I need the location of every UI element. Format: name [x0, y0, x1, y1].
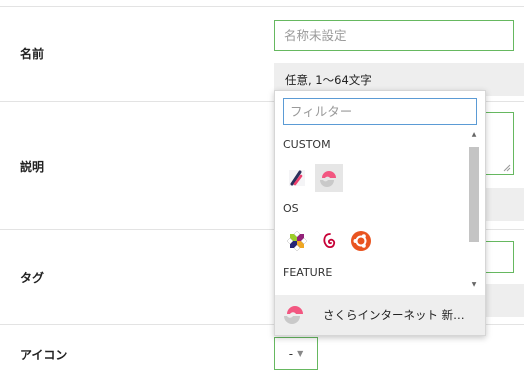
name-input[interactable] [274, 20, 514, 51]
debian-logo-icon[interactable] [315, 227, 343, 255]
group-label-custom: CUSTOM [283, 138, 331, 151]
ubuntu-logo-icon[interactable] [347, 227, 375, 255]
selected-option[interactable]: さくらインターネット 新… [275, 295, 485, 335]
custom-pen-icon[interactable] [283, 164, 311, 192]
chevron-down-icon: ▼ [297, 349, 304, 358]
name-label: 名前 [20, 47, 45, 61]
icon-select[interactable]: - ▼ [274, 337, 318, 370]
sakura-internet-logo-icon [284, 306, 303, 324]
scroll-down-icon[interactable]: ▼ [468, 281, 480, 289]
tags-label: タグ [20, 271, 45, 285]
row-divider [0, 6, 524, 7]
resize-handle-icon[interactable] [503, 164, 511, 172]
group-label-feature: FEATURE [283, 266, 333, 279]
scroll-thumb[interactable] [469, 147, 479, 242]
icon-select-value: - [288, 346, 294, 361]
icon-dropdown: CUSTOM OS [274, 90, 486, 336]
dropdown-scrollbar[interactable]: ▲ ▼ [468, 131, 480, 290]
centos-logo-icon[interactable] [283, 227, 311, 255]
description-label: 説明 [20, 160, 45, 174]
filter-input[interactable] [283, 98, 477, 125]
group-label-os: OS [283, 202, 299, 215]
icon-label: アイコン [20, 348, 68, 362]
selected-option-label: さくらインターネット 新… [323, 308, 465, 322]
sakura-internet-logo-icon[interactable] [315, 164, 343, 192]
scroll-up-icon[interactable]: ▲ [468, 131, 480, 139]
